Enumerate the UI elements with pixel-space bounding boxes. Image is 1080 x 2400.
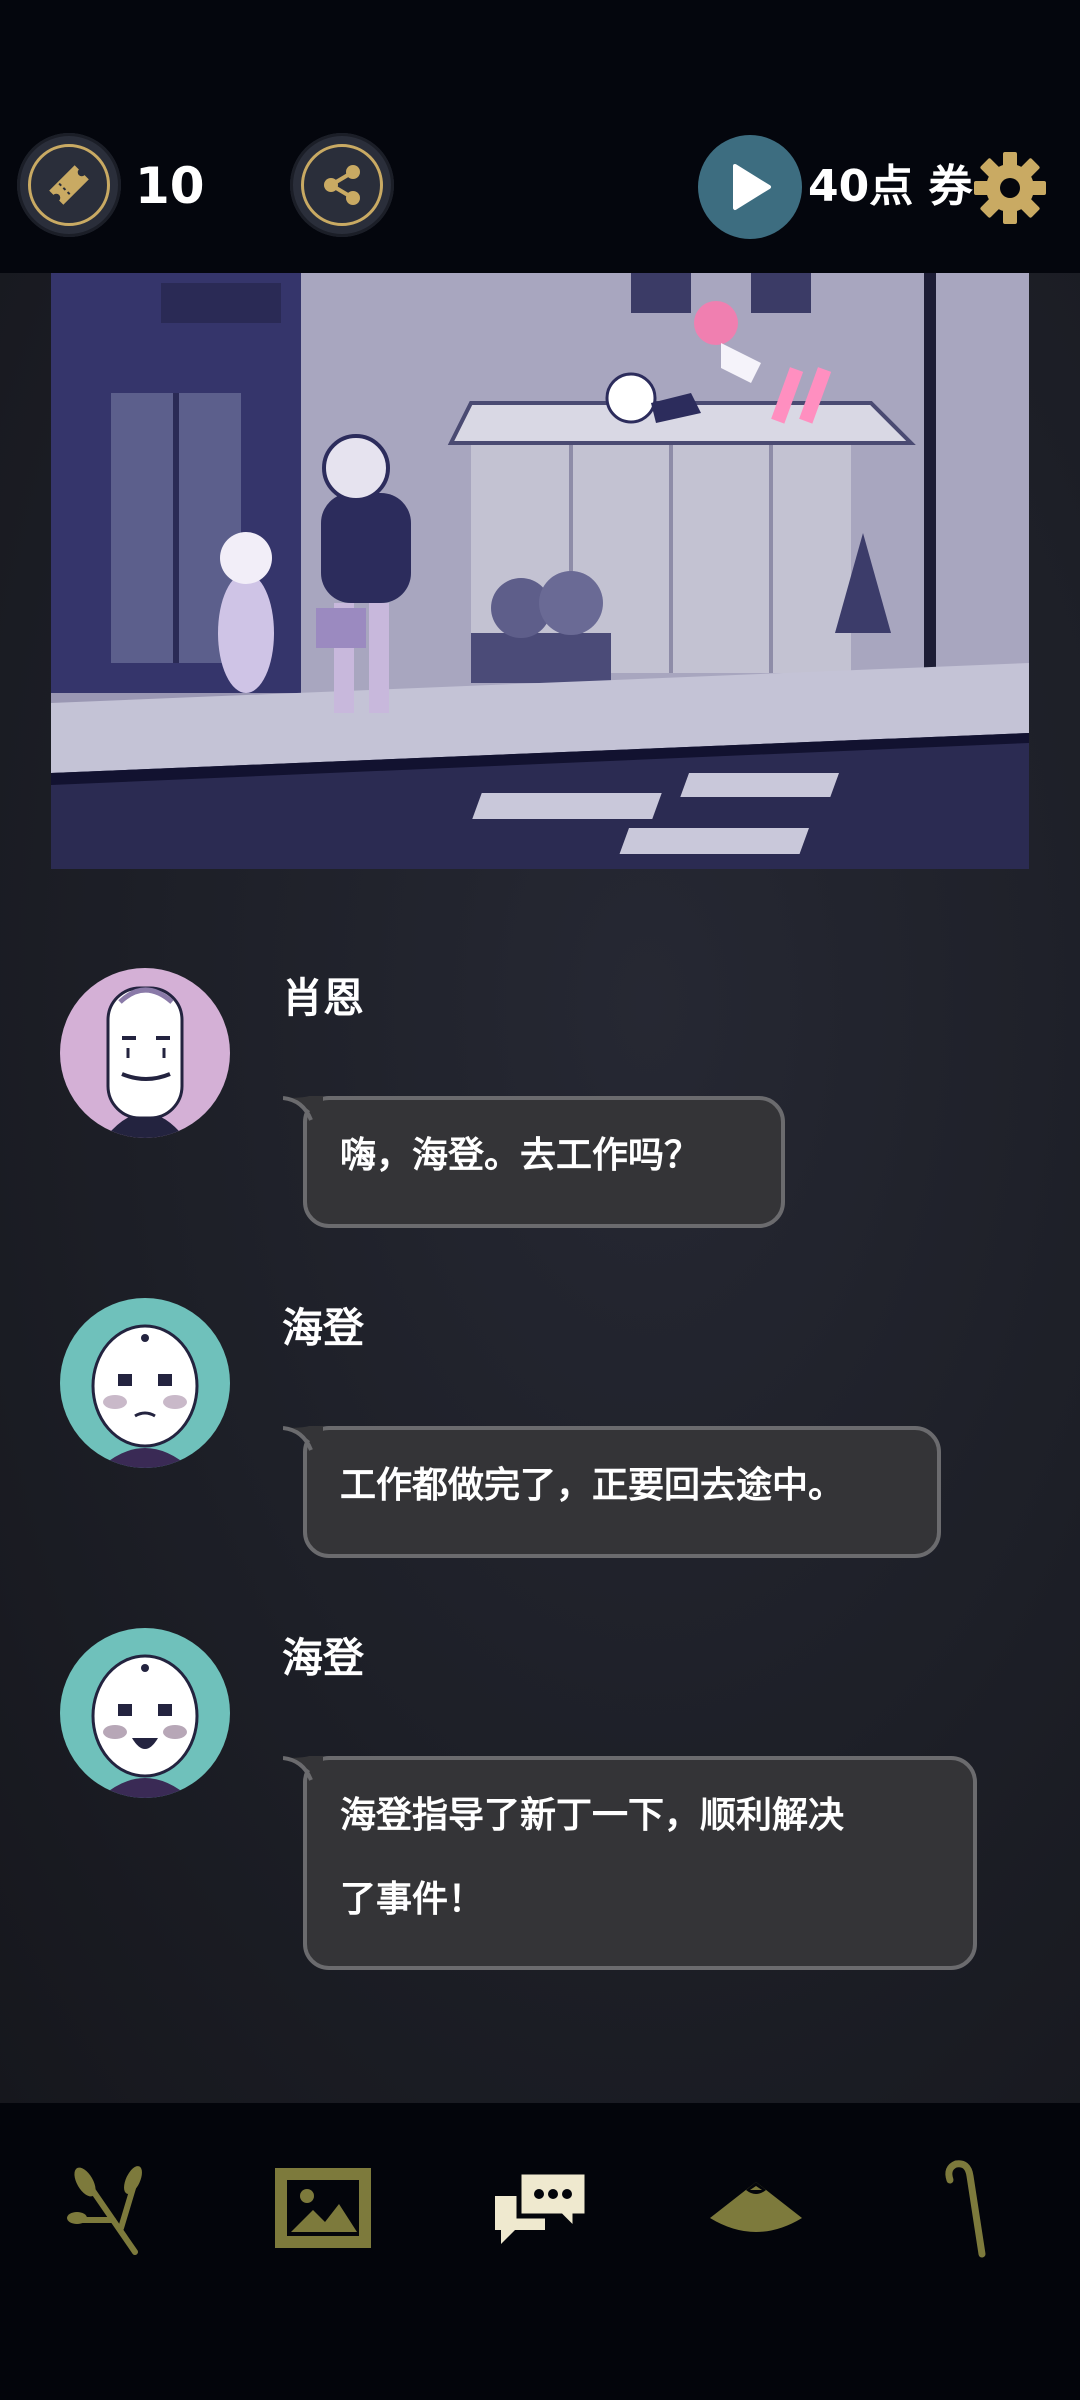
points-label: 40点 券 (808, 161, 973, 212)
ticket-button[interactable] (17, 133, 121, 237)
ticket-count: 10 (135, 157, 205, 215)
chat-icon (495, 2169, 590, 2244)
bubble-text: 嗨，海登。去工作吗？ (340, 1135, 701, 1176)
speech-bubble: 工作都做完了，正要回去途中。 (283, 1426, 941, 1558)
nav-gallery[interactable] (268, 2153, 378, 2263)
nav-hat[interactable] (701, 2153, 811, 2263)
gear-icon[interactable] (972, 150, 1048, 226)
bubble-tail (283, 1756, 323, 1786)
avatar-hayden-laughing (60, 1628, 230, 1798)
speaker-name: 海登 (282, 1304, 364, 1352)
bubble-text-line: 了事件！ (340, 1879, 485, 1920)
speech-bubble: 嗨，海登。去工作吗？ (283, 1096, 785, 1228)
avatar-sean (60, 968, 230, 1138)
bubble-tail (283, 1426, 323, 1456)
share-icon (324, 165, 360, 205)
gallery-icon (275, 2168, 371, 2248)
bottom-navigation (0, 2103, 1080, 2400)
cane-icon (945, 2160, 986, 2258)
speaker-name: 肖恩 (282, 974, 364, 1022)
share-button[interactable] (290, 133, 394, 237)
speaker-name: 海登 (282, 1634, 364, 1682)
bubble-text: 工作都做完了，正要回去途中。 (340, 1465, 845, 1506)
nav-chat[interactable] (486, 2153, 596, 2263)
watch-ad-play-button[interactable] (698, 135, 802, 239)
hat-icon (710, 2182, 802, 2232)
top-bar: 10 40点 券 (0, 0, 1080, 273)
bubble-text-line: 海登指导了新丁一下，顺利解决 (340, 1795, 845, 1836)
ticket-icon (49, 165, 89, 205)
branch-icon (67, 2166, 142, 2255)
story-illustration (51, 273, 1029, 869)
bubble-tail (283, 1096, 323, 1126)
speech-bubble: 海登指导了新丁一下，顺利解决 了事件！ (283, 1756, 977, 1970)
story-content: 肖恩 嗨，海登。去工作吗？ 海登 工作都做完了，正要回去途中。 海登 海登指导了… (0, 273, 1080, 2103)
nav-branch[interactable] (53, 2153, 163, 2263)
play-icon (733, 164, 771, 210)
avatar-hayden (60, 1298, 230, 1468)
nav-cane[interactable] (917, 2153, 1027, 2263)
